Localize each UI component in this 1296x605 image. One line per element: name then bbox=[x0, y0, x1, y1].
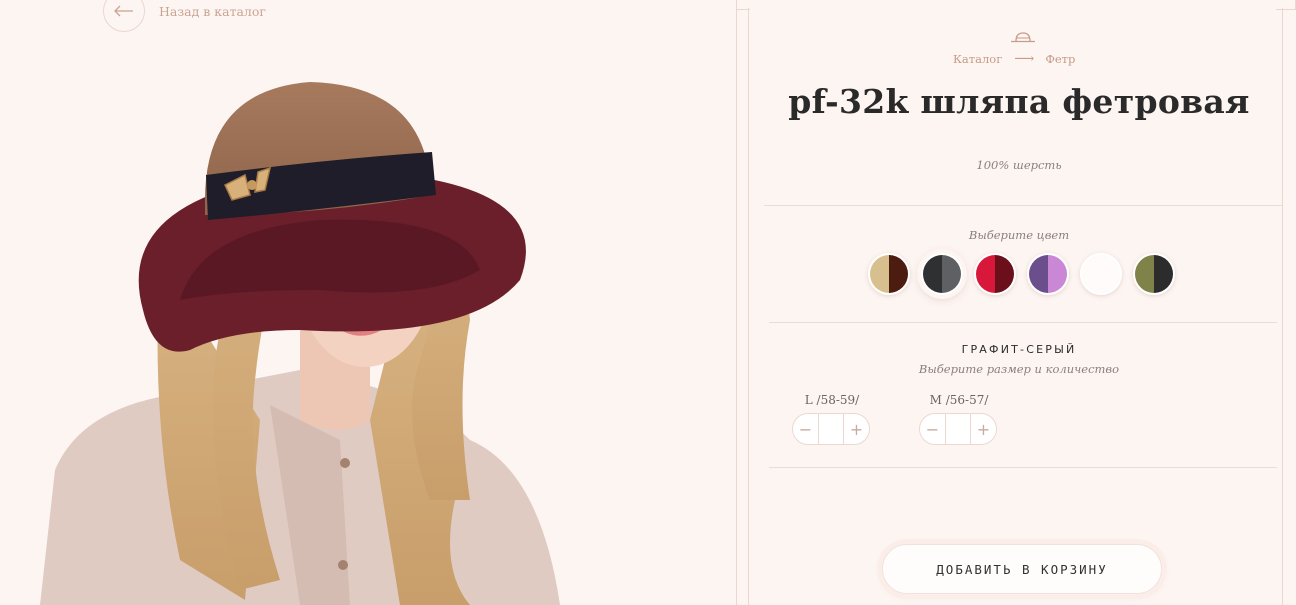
back-link-label[interactable]: Назад в каталог bbox=[159, 4, 266, 19]
model-illustration bbox=[40, 82, 560, 605]
divider-corner bbox=[736, 0, 750, 10]
increment-button[interactable]: + bbox=[971, 414, 996, 444]
quantity-input[interactable] bbox=[945, 414, 971, 444]
swatch-half bbox=[995, 255, 1014, 293]
swatch-half bbox=[1082, 255, 1101, 293]
swatch-half bbox=[1101, 255, 1120, 293]
decrement-button[interactable]: − bbox=[793, 414, 818, 444]
color-swatch-red-burgundy[interactable] bbox=[974, 253, 1016, 295]
swatch-half bbox=[976, 255, 995, 293]
color-swatch-list bbox=[868, 253, 1175, 295]
back-arrow-icon[interactable] bbox=[103, 0, 145, 32]
product-photo bbox=[0, 0, 735, 605]
swatch-half bbox=[942, 255, 961, 293]
divider bbox=[769, 467, 1277, 468]
add-to-cart-button[interactable]: ДОБАВИТЬ В КОРЗИНУ bbox=[882, 544, 1162, 594]
divider-line bbox=[748, 8, 749, 605]
decrement-button[interactable]: − bbox=[920, 414, 945, 444]
color-swatch-beige-brown[interactable] bbox=[868, 253, 910, 295]
divider-line bbox=[736, 8, 737, 605]
quantity-input[interactable] bbox=[818, 414, 844, 444]
color-swatch-purple-lilac[interactable] bbox=[1027, 253, 1069, 295]
size-select-hint: Выберите размер и количество bbox=[918, 362, 1120, 376]
size-label: L /58-59/ bbox=[804, 393, 860, 407]
quantity-stepper: − + bbox=[792, 413, 870, 445]
back-to-catalog-link[interactable]: Назад в каталог bbox=[103, 0, 266, 32]
size-label: M /56-57/ bbox=[929, 393, 989, 407]
product-material: 100% шерсть bbox=[976, 158, 1062, 172]
size-option-m: M /56-57/ − + bbox=[919, 393, 999, 445]
breadcrumb-category[interactable]: Фетр bbox=[1045, 52, 1075, 66]
quantity-stepper: − + bbox=[919, 413, 997, 445]
divider bbox=[764, 205, 1282, 206]
swatch-half bbox=[923, 255, 942, 293]
divider bbox=[769, 322, 1277, 323]
selected-color-name: ГРАФИТ-СЕРЫЙ bbox=[961, 343, 1077, 356]
breadcrumb-catalog[interactable]: Каталог bbox=[953, 52, 1002, 66]
swatch-half bbox=[889, 255, 908, 293]
divider-corner bbox=[1276, 0, 1296, 10]
breadcrumb: Каталог ⟶ Фетр bbox=[953, 51, 1075, 67]
product-title: pf-32k шляпа фетровая bbox=[788, 82, 1250, 121]
color-swatch-olive-black[interactable] bbox=[1133, 253, 1175, 295]
divider-line bbox=[1282, 8, 1283, 605]
color-select-label: Выберите цвет bbox=[968, 228, 1070, 242]
increment-button[interactable]: + bbox=[844, 414, 869, 444]
breadcrumb-arrow-icon: ⟶ bbox=[1014, 51, 1035, 67]
size-option-l: L /58-59/ − + bbox=[792, 393, 872, 445]
color-swatch-graphite-grey[interactable] bbox=[921, 253, 963, 295]
swatch-half bbox=[1135, 255, 1154, 293]
swatch-half bbox=[1048, 255, 1067, 293]
swatch-half bbox=[1154, 255, 1173, 293]
swatch-half bbox=[1029, 255, 1048, 293]
color-swatch-white[interactable] bbox=[1080, 253, 1122, 295]
swatch-half bbox=[870, 255, 889, 293]
hat-icon bbox=[1011, 32, 1035, 43]
